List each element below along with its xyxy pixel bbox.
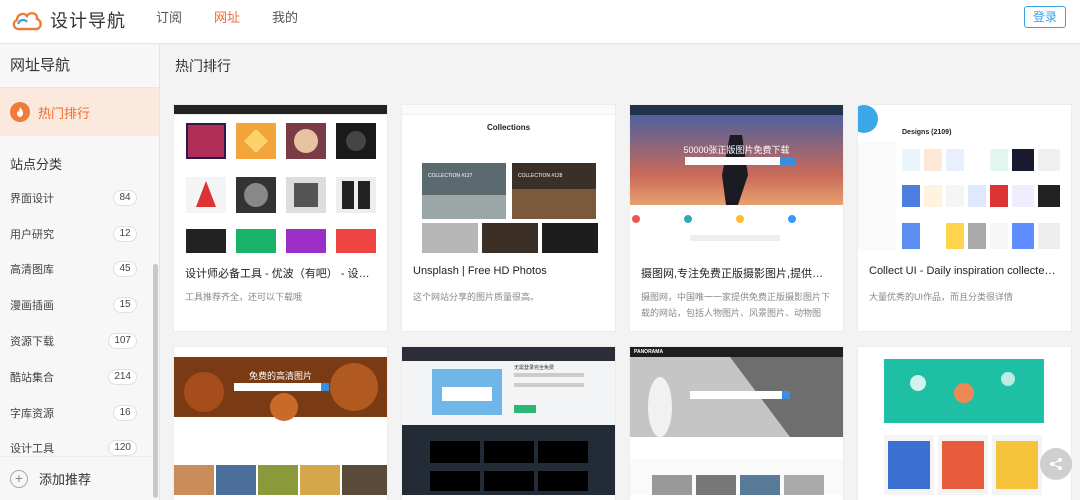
site-description: 摄图网，中国唯一一家提供免费正版摄影图片下载的网站，包括人物图片、风景图片、动物… [641,292,831,318]
category-count: 214 [108,368,137,385]
sidebar-item-hot[interactable]: 热门排行 [0,88,159,136]
nav-subscribe[interactable]: 订阅 [140,0,198,44]
cloud-logo-icon [12,11,42,31]
site-thumbnail: 免费的高清图片 [174,347,387,495]
sidebar-item-user-research[interactable]: 用户研究 12 [0,216,159,252]
category-label: 漫画插画 [10,300,54,313]
share-icon [1050,458,1062,470]
site-description: 工具推荐齐全，还可以下载哦 [185,292,303,302]
site-thumbnail [858,347,1071,495]
sidebar-scrollbar[interactable] [153,264,158,498]
main-nav: 订阅 网址 我的 [140,0,314,44]
top-bar: 设计导航 订阅 网址 我的 登录 [0,0,1080,44]
site-thumbnail: Designs (2109) [858,105,1071,253]
category-label: 高清图库 [10,264,54,277]
category-count: 45 [113,261,137,278]
site-description: 大量优秀的UI作品，而且分类很详情 [869,292,1014,302]
collection-tag: COLLECTION #127 [428,173,473,179]
category-label: 资源下载 [10,336,54,349]
site-card[interactable]: PANORAMA [629,346,844,500]
site-thumbnail: 无需登录完全免费 [402,347,615,495]
thumb-logo-text: PANORAMA [634,349,664,355]
category-label: 用户研究 [10,228,54,241]
site-card[interactable]: 免费的高清图片 [173,346,388,500]
site-card[interactable]: Designs (2109) Collect UI - Daily inspir… [857,104,1072,332]
site-thumbnail: 50000张正版图片免费下载 [630,105,843,253]
site-card[interactable]: 50000张正版图片免费下载 摄图网,专注免费正版摄影图片,提供免费... 摄图… [629,104,844,332]
category-count: 15 [113,297,137,314]
site-card[interactable]: Collections COLLECTION #127 COLLECTION #… [401,104,616,332]
site-title: Collect UI - Daily inspiration collected… [869,265,1061,277]
login-button[interactable]: 登录 [1024,6,1066,28]
share-button[interactable] [1040,448,1072,480]
plus-icon: + [10,469,28,488]
sidebar-item-cool-sites[interactable]: 酷站集合 214 [0,359,159,395]
site-card[interactable]: 无需登录完全免费 [401,346,616,500]
nav-mine[interactable]: 我的 [256,0,314,44]
sidebar-item-ui-design[interactable]: 界面设计 84 [0,180,159,216]
category-label: 酷站集合 [10,371,54,384]
thumb-banner-text: 50000张正版图片免费下载 [683,145,790,155]
nav-sites[interactable]: 网址 [198,0,256,44]
category-count: 107 [108,333,137,350]
sidebar-item-downloads[interactable]: 资源下载 107 [0,323,159,359]
site-description: 这个网站分享的图片质量很高。 [413,292,540,302]
add-recommendation-button[interactable]: + 添加推荐 [0,456,152,500]
category-label: 界面设计 [10,192,54,205]
site-card[interactable]: 设计师必备工具 - 优波（有吧） - 设计师... 工具推荐齐全，还可以下载哦 [173,104,388,332]
category-count: 120 [108,440,137,457]
category-count: 16 [113,404,137,421]
sidebar-item-illustration[interactable]: 漫画插画 15 [0,287,159,323]
category-list: 界面设计 84 用户研究 12 高清图库 45 漫画插画 15 资源下载 107 酷站集合… [0,180,159,466]
thumb-banner-text: 无需登录完全免费 [514,365,555,371]
site-card[interactable] [857,346,1072,500]
add-recommendation-label: 添加推荐 [39,472,92,487]
thumb-heading: Designs (2109) [902,129,952,136]
category-label: 设计工具 [10,443,54,456]
category-count: 84 [113,189,137,206]
site-thumbnail: Collections COLLECTION #127 COLLECTION #… [402,105,615,253]
category-label: 字库资源 [10,407,54,420]
page-title: 热门排行 [175,58,231,74]
fire-icon [10,102,30,122]
category-count: 12 [113,225,137,242]
site-thumbnail: PANORAMA [630,347,843,495]
sidebar-item-fonts[interactable]: 字库资源 16 [0,395,159,431]
logo-text: 设计导航 [50,11,126,31]
sidebar-item-hd-images[interactable]: 高清图库 45 [0,252,159,288]
site-thumbnail [174,105,387,253]
logo[interactable]: 设计导航 [10,6,126,34]
thumb-banner-text: 免费的高清图片 [248,371,312,381]
site-title: Unsplash | Free HD Photos [413,265,547,277]
collection-tag: COLLECTION #128 [518,173,563,179]
sidebar: 网址导航 热门排行 站点分类 界面设计 84 用户研究 12 高清图库 45 漫画插画… [0,44,160,500]
site-title: 摄图网,专注免费正版摄影图片,提供免费... [641,268,833,280]
site-title: 设计师必备工具 - 优波（有吧） - 设计师... [185,268,377,280]
main-content: 热门排行 设计师必备工具 - 优波（有吧） - 设计师... 工具推荐齐全，还可… [161,44,1080,500]
hot-label: 热门排行 [38,105,91,121]
category-header: 站点分类 [10,157,63,172]
sidebar-title: 网址导航 [0,44,159,88]
